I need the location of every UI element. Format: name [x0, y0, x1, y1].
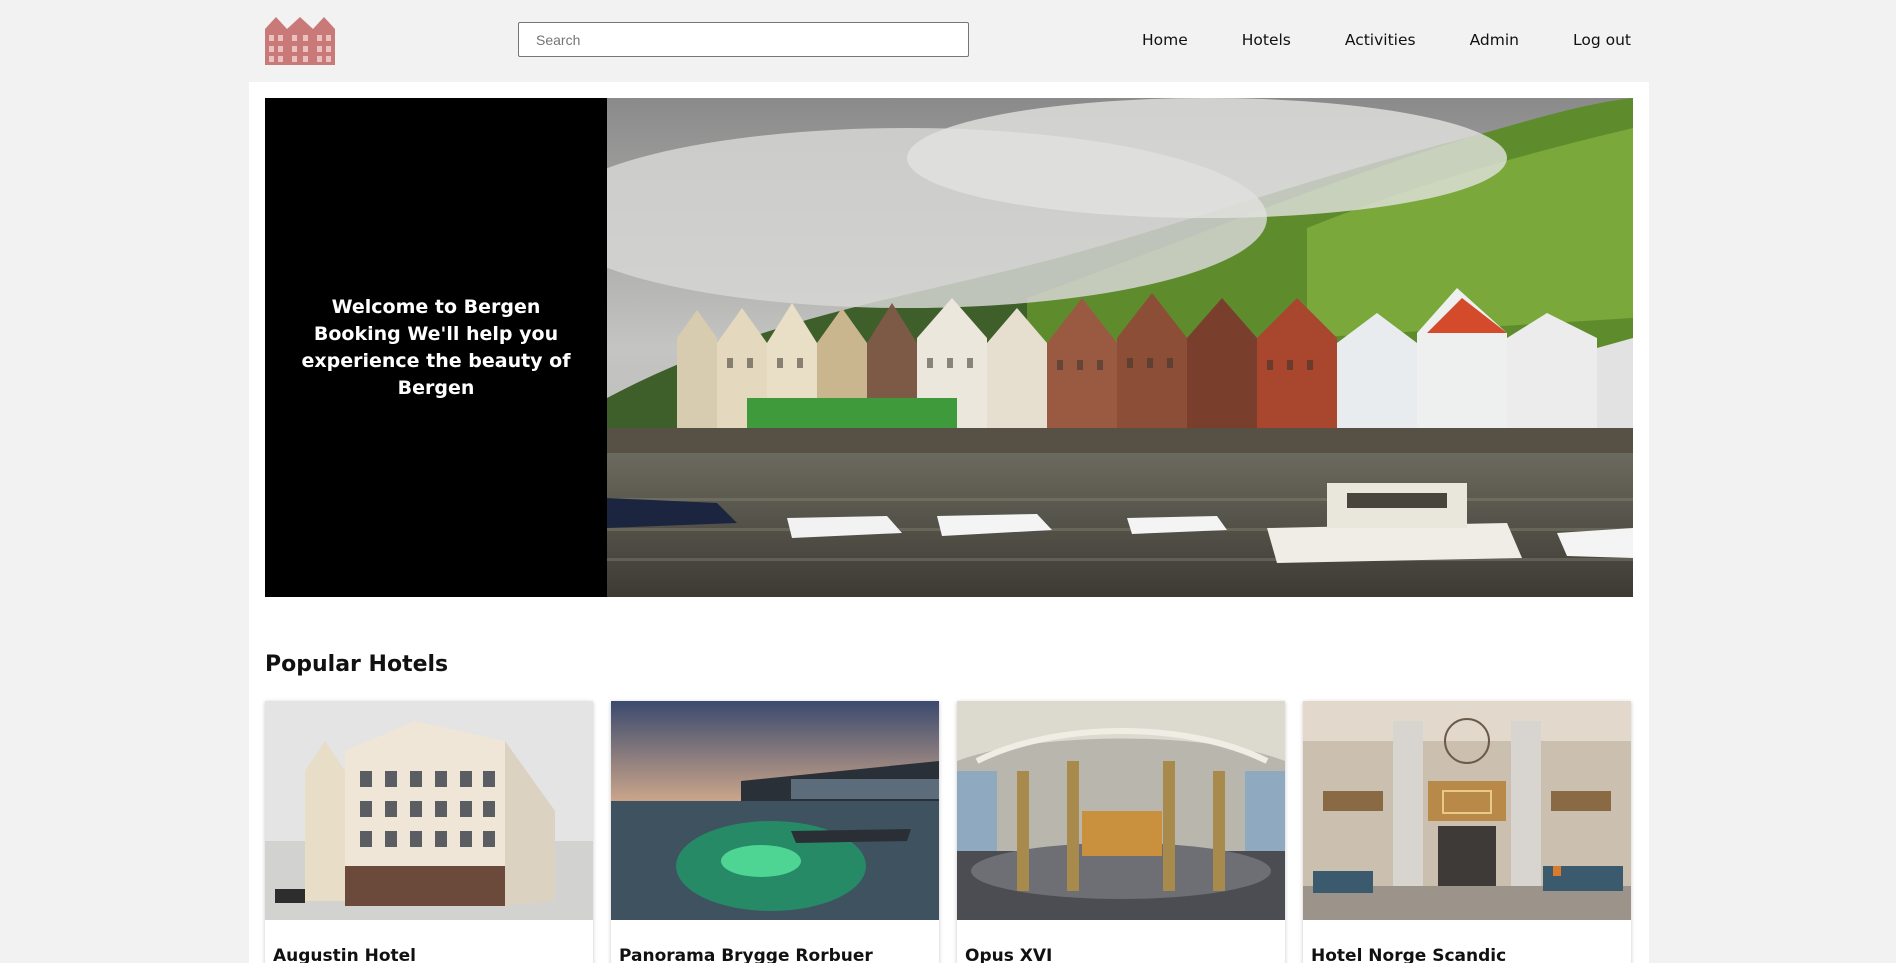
hotel-photo: [611, 701, 939, 920]
nav-hotels[interactable]: Hotels: [1242, 28, 1291, 52]
nav-home[interactable]: Home: [1142, 28, 1188, 52]
hotel-photo: [265, 701, 593, 920]
popular-hotels-heading: Popular Hotels: [265, 652, 449, 677]
hotel-name[interactable]: Hotel Norge Scandic: [1303, 920, 1631, 963]
main-content: Welcome to Bergen Booking We'll help you…: [249, 82, 1649, 963]
hero-image-bryggen: [607, 98, 1633, 597]
hotel-card[interactable]: Opus XVI: [957, 701, 1285, 963]
hotel-name[interactable]: Augustin Hotel: [265, 920, 593, 963]
hotel-card-list: Augustin Hotel Panorama Brygge Rorbuer O…: [265, 701, 1633, 963]
hero-headline: Welcome to Bergen Booking We'll help you…: [301, 295, 571, 399]
hotel-name[interactable]: Panorama Brygge Rorbuer: [611, 920, 939, 963]
hotel-photo: [957, 701, 1285, 920]
hotel-card[interactable]: Augustin Hotel: [265, 701, 593, 963]
logo-icon[interactable]: [265, 15, 335, 65]
hero-text-panel: Welcome to Bergen Booking We'll help you…: [265, 98, 607, 597]
search-input[interactable]: [518, 22, 969, 57]
nav-activities[interactable]: Activities: [1345, 28, 1416, 52]
hotel-card[interactable]: Hotel Norge Scandic: [1303, 701, 1631, 963]
hotel-card[interactable]: Panorama Brygge Rorbuer: [611, 701, 939, 963]
main-nav: Home Hotels Activities Admin Log out: [1088, 28, 1631, 52]
hotel-photo: [1303, 701, 1631, 920]
hotel-name[interactable]: Opus XVI: [957, 920, 1285, 963]
nav-admin[interactable]: Admin: [1470, 28, 1519, 52]
nav-logout[interactable]: Log out: [1573, 28, 1631, 52]
hero-banner: Welcome to Bergen Booking We'll help you…: [265, 98, 1633, 597]
